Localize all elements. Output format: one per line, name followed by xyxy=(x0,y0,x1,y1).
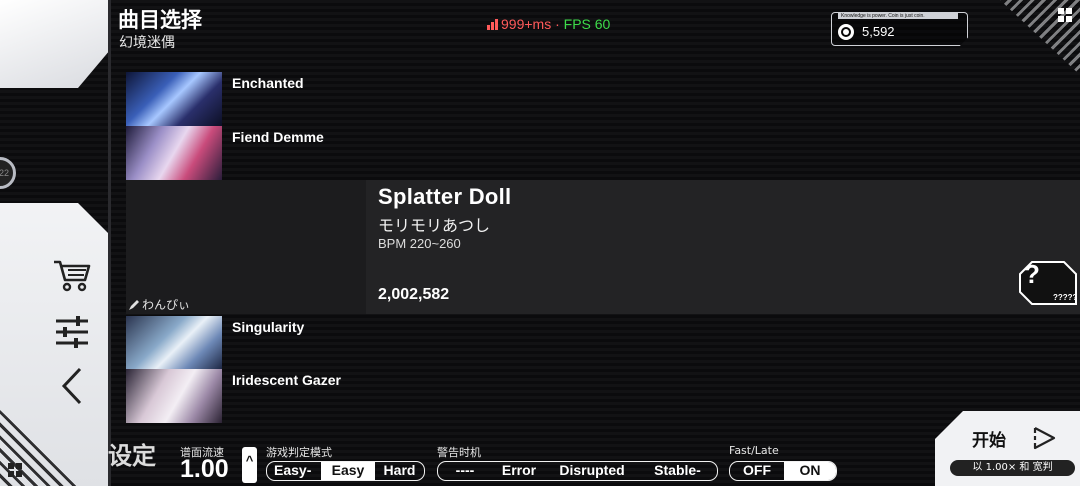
song-row[interactable]: Singularity xyxy=(126,316,1080,370)
coin-value: 5,592 xyxy=(862,24,895,39)
warning-option-error[interactable]: Error xyxy=(492,462,546,480)
warning-option-stable[interactable]: Stable- xyxy=(638,462,717,480)
judge-option-easy-minus[interactable]: Easy- xyxy=(267,462,321,480)
start-settings-summary: 以 1.00× 和 宽判 xyxy=(950,460,1075,476)
selected-song-bpm: BPM 220~260 xyxy=(378,236,461,251)
coin-quote: Knowledge is power. Coin is just coin. xyxy=(838,13,958,19)
settings-label: 设定 xyxy=(108,442,156,470)
menu-grid-icon[interactable] xyxy=(1058,8,1072,22)
warning-option-disrupted[interactable]: Disrupted xyxy=(546,462,638,480)
song-row[interactable]: Enchanted xyxy=(126,72,1080,126)
pen-icon xyxy=(129,300,139,310)
song-jacket xyxy=(126,316,222,370)
coin-icon xyxy=(838,24,854,40)
page-title: 曲目选择 xyxy=(118,8,202,32)
judge-mode-selector: Easy- Easy Hard xyxy=(266,461,425,481)
selected-song-title: Splatter Doll xyxy=(378,184,512,209)
cart-icon[interactable] xyxy=(52,254,92,294)
scroll-speed-value: 1.00 xyxy=(180,455,229,483)
performance-indicator: 999+ms · FPS 60 xyxy=(487,16,610,32)
selected-song-artist: モリモリあつし xyxy=(378,216,491,235)
song-row[interactable]: Iridescent Gazer xyxy=(126,369,1080,423)
left-divider xyxy=(108,0,111,486)
warning-option-none[interactable]: ---- xyxy=(438,462,492,480)
fast-late-label: Fast/Late xyxy=(729,444,779,457)
warning-timing-label: 警告时机 xyxy=(437,446,481,459)
song-jacket xyxy=(126,369,222,423)
fps-value: FPS 60 xyxy=(563,16,611,32)
judge-option-hard[interactable]: Hard xyxy=(375,462,424,480)
warning-timing-selector: ---- Error Disrupted Stable- xyxy=(437,461,718,481)
fast-late-off[interactable]: OFF xyxy=(730,462,784,480)
song-title: Singularity xyxy=(232,319,305,335)
song-row[interactable]: Fiend Demme xyxy=(126,126,1080,180)
start-label: 开始 xyxy=(972,431,1006,451)
song-title: Fiend Demme xyxy=(232,129,324,145)
selected-song-score: 2,002,582 xyxy=(378,286,450,303)
play-icon xyxy=(1033,427,1056,450)
song-title: Iridescent Gazer xyxy=(232,372,341,388)
back-arrow-icon[interactable] xyxy=(52,366,92,406)
illustrator-name: わんぴぃ xyxy=(142,298,191,312)
difficulty-badge: ? xyxy=(1024,259,1040,289)
grid-icon[interactable] xyxy=(8,463,22,477)
difficulty-label: ????? xyxy=(1053,293,1078,302)
judge-option-easy[interactable]: Easy xyxy=(321,462,375,480)
fast-late-toggle: OFF ON xyxy=(729,461,837,481)
illustrator-credit: わんぴぃ xyxy=(126,297,366,314)
chapter-name: 幻境迷偶 xyxy=(119,35,175,51)
coin-counter: Knowledge is power. Coin is just coin. 5… xyxy=(831,12,968,46)
song-jacket xyxy=(126,72,222,126)
selected-song-jacket xyxy=(126,180,366,297)
fast-late-on[interactable]: ON xyxy=(784,462,836,480)
song-jacket xyxy=(126,126,222,180)
signal-bars-icon xyxy=(487,19,498,30)
song-title: Enchanted xyxy=(232,75,304,91)
sliders-icon[interactable] xyxy=(52,312,92,352)
judge-mode-label: 游戏判定模式 xyxy=(266,446,332,459)
perf-separator: · xyxy=(551,16,564,32)
latency-value: 999+ms xyxy=(501,16,552,32)
scroll-speed-stepper[interactable]: ^ xyxy=(242,447,257,483)
